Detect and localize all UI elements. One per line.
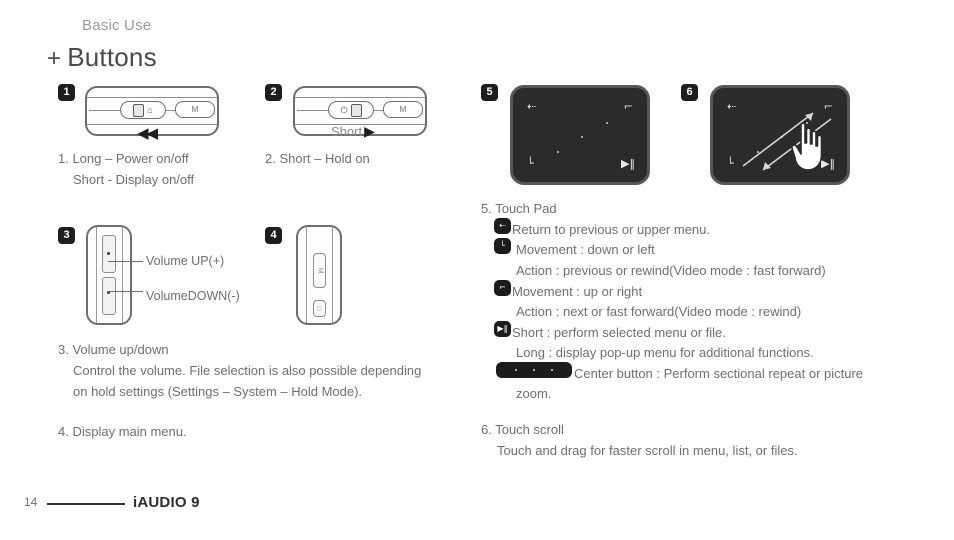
touchpad-play-pause-icon: ▶‖ [621, 157, 635, 170]
key-center-button-icon [496, 362, 572, 378]
page-title: + Buttons [47, 42, 157, 73]
row-short-text: Short : perform selected menu or file. [512, 325, 726, 340]
short-label: Short [331, 124, 363, 139]
badge-1: 1 [58, 84, 75, 101]
volume-down-button [102, 277, 116, 315]
item1-line2: Short - Display on/off [73, 172, 195, 187]
footer-divider [47, 503, 125, 505]
device1-rail-mid [165, 110, 175, 111]
device-illustration-3 [86, 225, 132, 325]
leader-line-volume-down [108, 291, 143, 292]
center-dot-1 [515, 369, 517, 371]
power-icon: ⏻ [340, 104, 348, 115]
device1-rail-left [89, 110, 121, 111]
badge-2: 2 [265, 84, 282, 101]
item3-line1: 3. Volume up/down [58, 342, 169, 357]
item4-line1: 4. Display main menu. [58, 424, 187, 439]
device4-m-button: M [313, 253, 326, 288]
device1-power-slider: ⌂ [120, 101, 166, 119]
row-down-action: Action : previous or rewind(Video mode :… [516, 263, 826, 278]
item6-title: 6. Touch scroll [481, 422, 564, 437]
device4-edge-left [306, 227, 307, 323]
touchpad-center-dot-1 [557, 151, 559, 153]
touchpad-down-left-icon: └ [527, 157, 534, 170]
item2-line1: 2. Short – Hold on [265, 151, 370, 166]
device4-m-label: M [316, 267, 323, 274]
breadcrumb-basic-use: Basic Use [82, 17, 152, 34]
hand-cursor-icon [791, 122, 823, 171]
device2-m-button: M [383, 101, 423, 118]
volume-up-dot [107, 252, 110, 255]
device2-edge-top [295, 97, 425, 98]
row-center-text: Center button : Perform sectional repeat… [574, 366, 864, 381]
badge-3: 3 [58, 227, 75, 244]
play-triangle-icon: ▶ [364, 123, 375, 139]
touchpad-illustration-5: ⇠ ⌐ └ ▶‖ [510, 85, 650, 185]
touchpad-back-icon: ⇠ [527, 100, 537, 113]
drag-gesture-arrow-icon [742, 112, 832, 171]
key-up-right-icon: ⌐ [494, 280, 511, 296]
badge-4: 4 [265, 227, 282, 244]
touchpad-up-right-icon: ⌐ [623, 100, 633, 113]
item1-line1: 1. Long – Power on/off [58, 151, 189, 166]
key-down-left-icon: └ [494, 238, 511, 254]
device4-edge-right [332, 227, 333, 323]
badge-6: 6 [681, 84, 698, 101]
key-back-icon: ⇠ [494, 218, 511, 234]
plus-mark: + [47, 45, 62, 72]
badge-5: 5 [481, 84, 498, 101]
item3-line2: Control the volume. File selection is al… [73, 363, 422, 378]
device-illustration-4: M □ [296, 225, 342, 325]
key-short-play-icon: ▶‖ [494, 321, 511, 337]
device1-m-button: M [175, 101, 215, 118]
volume-up-label: Volume UP(+) [146, 254, 225, 268]
page-title-text: Buttons [67, 42, 157, 72]
device2-slider-knob [350, 103, 362, 117]
center-dot-2 [533, 369, 535, 371]
touchpad-illustration-6: ⇠ ⌐ └ ▶‖ [710, 85, 850, 185]
row-back-text: Return to previous or upper menu. [512, 222, 710, 237]
device4-bottom-button: □ [313, 300, 326, 317]
short-press-annotation: Short ▶ [331, 124, 375, 138]
row-up-action: Action : next or fast forward(Video mode… [516, 304, 802, 319]
volume-down-label: VolumeDOWN(-) [146, 289, 240, 303]
device1-edge-top [87, 97, 217, 98]
device1-slider-knob [133, 103, 145, 117]
device-illustration-2: ⏻ M Short ▶ [293, 86, 427, 138]
touchpad-center-dot-2 [581, 136, 583, 138]
device-illustration-1: ⌂ M ◀◀ [85, 86, 219, 141]
lock-icon: ⌂ [147, 104, 153, 115]
footer-brand: iAUDIO 9 [133, 494, 200, 511]
item3-line3: on hold settings (Settings – System – Ho… [73, 384, 363, 399]
item5-title: 5. Touch Pad [481, 201, 557, 216]
device3-edge-left [96, 227, 97, 323]
device2-rail-mid [373, 110, 383, 111]
device3-edge-right [122, 227, 123, 323]
row-down-text: Movement : down or left [516, 242, 655, 257]
leader-line-volume-up [108, 261, 143, 262]
touchpad-center-dot-3 [606, 122, 608, 124]
row-long-text: Long : display pop-up menu for additiona… [516, 345, 814, 360]
device2-power-slider: ⏻ [328, 101, 374, 119]
row-up-text: Movement : up or right [512, 284, 643, 299]
row-center-text2: zoom. [516, 386, 552, 401]
item6-line1: Touch and drag for faster scroll in menu… [497, 443, 798, 458]
rewind-icon: ◀◀ [137, 125, 158, 142]
device4-bottom-glyph: □ [315, 306, 323, 311]
footer-page-number: 14 [24, 495, 38, 509]
device2-rail-left [297, 110, 329, 111]
center-dot-3 [551, 369, 553, 371]
